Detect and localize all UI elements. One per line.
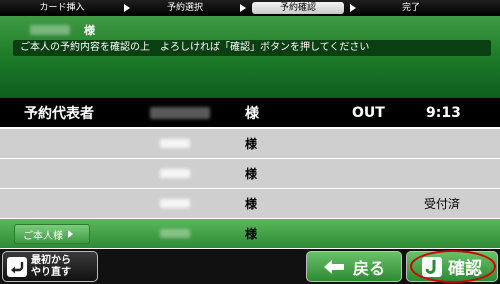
member-name-redacted: ■■ (160, 229, 190, 238)
checked-in-status: 受付済 (424, 197, 461, 211)
confirm-highlight-ring (410, 250, 496, 283)
back-button[interactable]: 戻る (306, 251, 402, 282)
reservation-table: 予約代表者 ■■ ■■ 様 OUT 9:13 ■■ 様 ■■ 様 ■■ 様 受付… (0, 98, 500, 249)
return-arrow-icon (7, 256, 27, 277)
representative-name-redacted: ■■ ■■ (150, 106, 210, 119)
member-name-redacted: ■■ (160, 139, 190, 148)
user-honorific: 様 (84, 24, 95, 37)
table-header-row: 予約代表者 ■■ ■■ 様 OUT 9:13 (0, 98, 500, 129)
step-arrow-icon (240, 4, 246, 12)
table-row-self[interactable]: ご本人様 ■■ 様 (0, 219, 500, 249)
restart-label: 最初から やり直す (31, 254, 71, 278)
self-badge-button[interactable]: ご本人様 (14, 224, 90, 244)
step-reservation-select: 予約選択 (166, 3, 203, 13)
table-row[interactable]: ■■ 様 (0, 129, 500, 159)
current-user: ■■ ■■ 様 (30, 22, 95, 38)
table-row[interactable]: ■■ 様 受付済 (0, 189, 500, 219)
back-label: 戻る (352, 258, 385, 278)
member-name-redacted: ■■ (160, 169, 190, 178)
step-complete: 完了 (401, 3, 420, 13)
self-badge-label: ご本人様 (23, 230, 63, 242)
table-row[interactable]: ■■ 様 (0, 159, 500, 189)
member-honorific: 様 (245, 227, 258, 241)
header-panel: カード挿入 予約選択 予約確認 完了 ■■ ■■ 様 ご本人の予約内容を確認の上… (0, 0, 500, 98)
progress-steps: カード挿入 予約選択 予約確認 完了 (0, 0, 500, 16)
course-label: OUT (352, 104, 385, 121)
member-name-redacted: ■■ (160, 199, 190, 208)
member-honorific: 様 (245, 167, 258, 181)
restart-button[interactable]: 最初から やり直す (2, 251, 98, 282)
arrow-left-icon (323, 259, 344, 274)
representative-honorific: 様 (245, 105, 259, 122)
user-name-redacted: ■■ ■■ (30, 25, 70, 35)
member-honorific: 様 (245, 137, 258, 151)
step-reservation-confirm: 予約確認 (252, 2, 344, 14)
step-card-insert: カード挿入 (39, 3, 85, 13)
triangle-right-icon (68, 230, 73, 238)
member-honorific: 様 (245, 197, 258, 211)
instruction-banner: ご本人の予約内容を確認の上 よろしければ「確認」ボタンを押してください (13, 40, 491, 56)
representative-label: 予約代表者 (24, 105, 94, 122)
start-time: 9:13 (426, 104, 461, 121)
